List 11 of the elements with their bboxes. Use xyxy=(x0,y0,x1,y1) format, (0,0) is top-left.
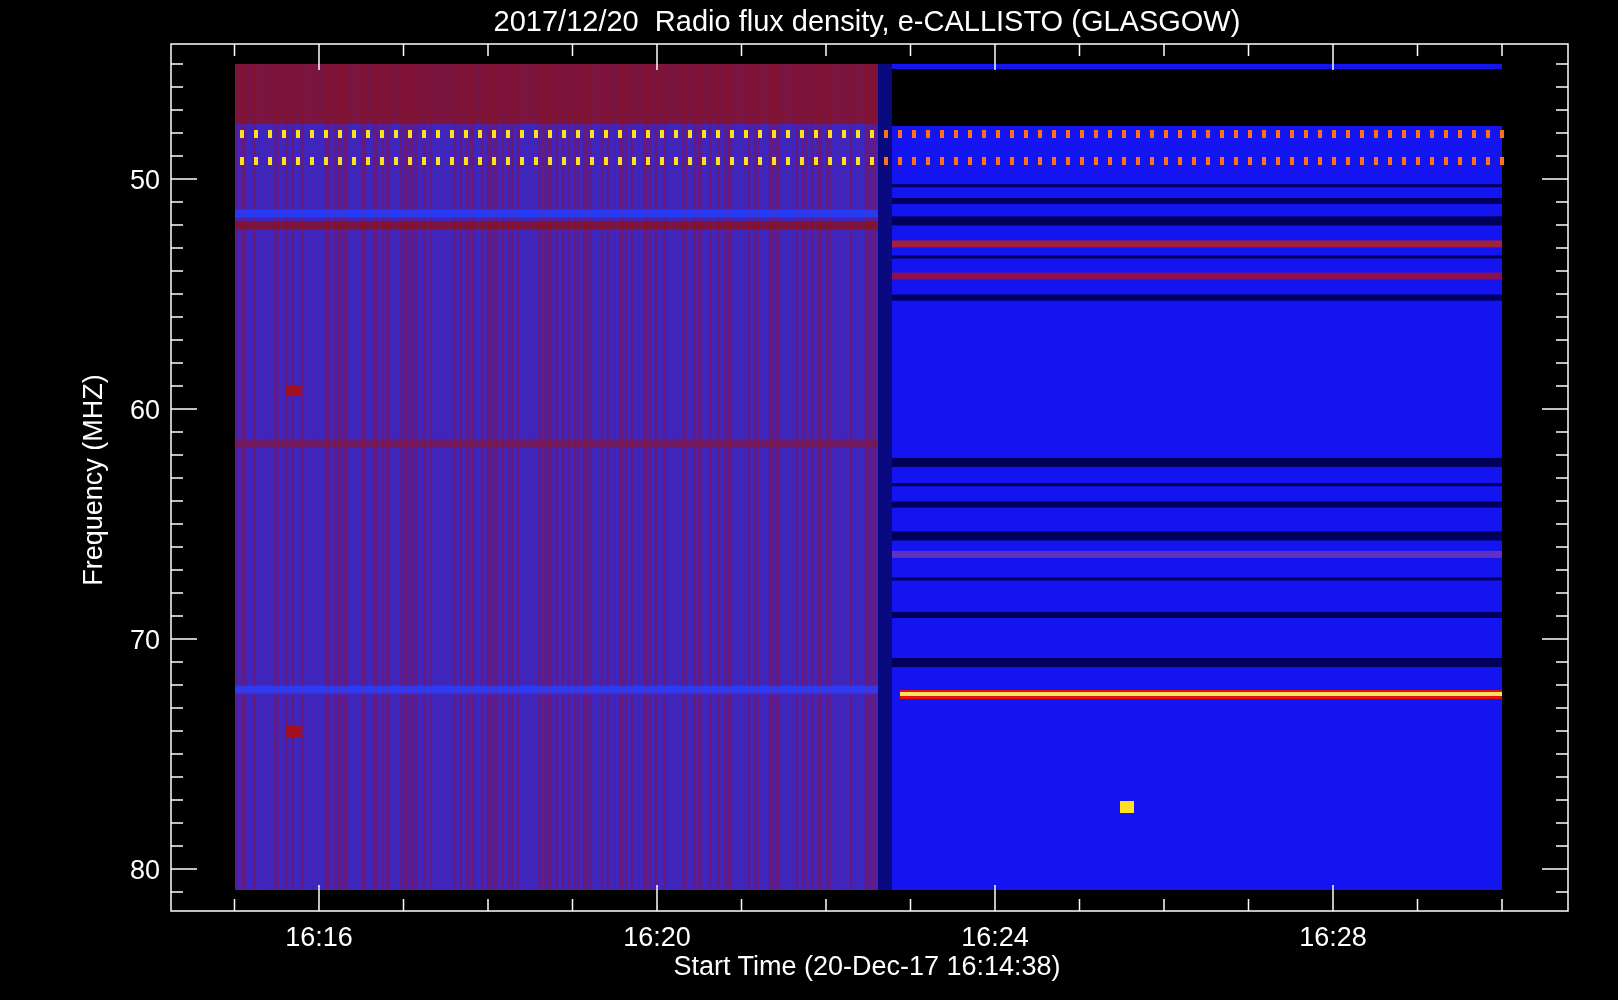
chart-title: 2017/12/20 Radio flux density, e-CALLISTO (GLASGOW) xyxy=(493,5,1241,37)
y-axis-label: Frequency (MHZ) xyxy=(78,374,108,586)
y-tick-label: 80 xyxy=(129,855,160,885)
x-tick-label: 16:28 xyxy=(1299,922,1367,952)
y-tick-label: 60 xyxy=(129,395,160,425)
y-tick-label: 70 xyxy=(129,625,160,655)
y-tick-label: 50 xyxy=(129,165,160,195)
x-tick-label: 16:16 xyxy=(285,922,353,952)
x-tick-label: 16:24 xyxy=(961,922,1029,952)
x-axis-label: Start Time (20-Dec-17 16:14:38) xyxy=(673,951,1061,981)
x-tick-label: 16:20 xyxy=(623,922,691,952)
